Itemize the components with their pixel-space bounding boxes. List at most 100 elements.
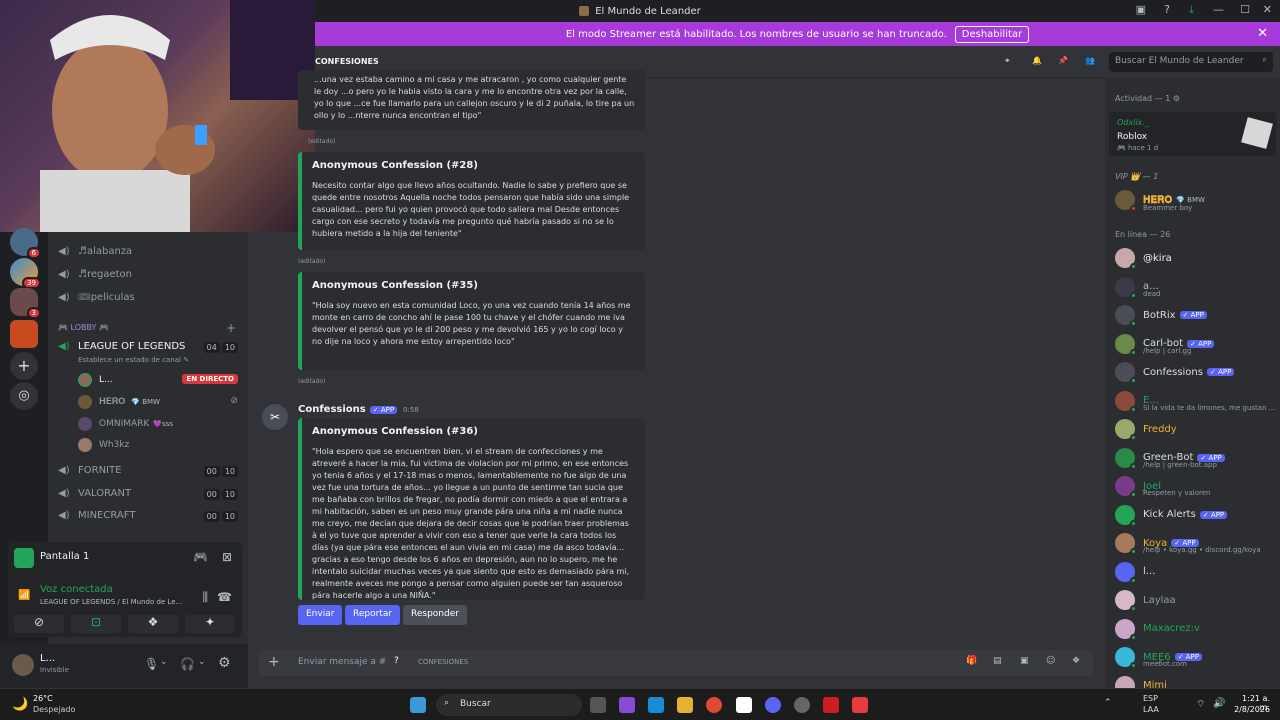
sticker-icon[interactable]: ▣ [1020, 656, 1029, 666]
voice-channel-lol[interactable]: ◀) LEAGUE OF LEGENDS [58, 341, 185, 352]
username[interactable]: L... [40, 653, 55, 664]
member-item[interactable]: @kira [1115, 248, 1172, 270]
copilot-icon[interactable] [619, 697, 635, 713]
weather-temp[interactable]: 26°C [33, 694, 53, 703]
emoji-icon[interactable]: ☺ [1046, 656, 1055, 666]
member-item[interactable]: BotRix ✓ APP [1115, 305, 1207, 327]
voice-user[interactable]: Wh3kz [78, 438, 129, 452]
screen-share-button[interactable]: ⊡ [71, 615, 121, 633]
obs-icon[interactable] [794, 697, 810, 713]
report-button[interactable]: Reportar [345, 605, 401, 625]
voice-user[interactable]: OMNIMARK 💜ꜱꜱꜱ [78, 417, 173, 431]
soundboard-button[interactable]: ✦ [185, 615, 235, 633]
gamepad-icon[interactable]: 🎮 [193, 550, 208, 564]
activity-card[interactable]: Odxlix._ Roblox 🎮 hace 1 d [1109, 112, 1276, 156]
lang-secondary[interactable]: LAA [1143, 705, 1159, 714]
disconnect-icon[interactable]: ☎ [217, 590, 232, 604]
category-lobby[interactable]: 🎮 LOBBY 🎮 [58, 323, 109, 332]
add-channel-icon[interactable]: + [226, 321, 236, 335]
close-banner-icon[interactable]: ✕ [1257, 26, 1268, 41]
minimize-icon[interactable]: — [1213, 3, 1224, 16]
close-window-icon[interactable]: ✕ [1263, 3, 1272, 16]
weather-icon[interactable]: 🌙 [12, 697, 28, 712]
threads-icon[interactable]: ⌖ [1005, 56, 1010, 66]
add-attachment-icon[interactable]: + [268, 654, 280, 670]
channel-status[interactable]: Establece un estado de canal ✎ [78, 356, 189, 364]
member-item[interactable]: Laylaa [1115, 590, 1176, 612]
server-icon[interactable]: 39 [10, 258, 41, 289]
settings-gear-icon[interactable]: ⚙ [218, 655, 231, 671]
message-header: Confessions ✓ APP 0:58 [298, 404, 419, 415]
chevron-down-icon[interactable]: ⌄ [160, 657, 168, 667]
volume-icon[interactable]: 🔊 [1213, 698, 1225, 709]
vip-header: VIP 👑 — 1 [1115, 172, 1159, 181]
download-icon[interactable]: ⤓ [1189, 3, 1194, 17]
voice-channel-regaeton[interactable]: ◀) ♬regaeton [58, 269, 132, 280]
author-name[interactable]: Confessions [298, 404, 366, 415]
voice-channel-valorant[interactable]: ◀) VALORANT [58, 488, 131, 499]
pin-icon[interactable]: 📌 [1058, 56, 1068, 65]
avatar[interactable] [12, 654, 34, 676]
discover-icon[interactable]: ◎ [10, 382, 38, 410]
search-input[interactable]: Buscar El Mundo de Leander ⌕ [1109, 52, 1273, 72]
member-item[interactable]: Kick Alerts ✓ APP [1115, 504, 1228, 527]
members-icon[interactable]: 👥 [1085, 56, 1095, 65]
clock-date[interactable]: 2/8/2026 [1232, 705, 1270, 714]
member-name: Kick Alerts [1143, 509, 1196, 520]
app-badge: ✓ APP [1199, 510, 1228, 519]
app-icon[interactable] [823, 697, 839, 713]
noise-icon[interactable]: ⫼ [202, 590, 208, 605]
gif-icon[interactable]: ▤ [993, 656, 1002, 666]
voice-status[interactable]: Voz conectada [40, 584, 113, 595]
voice-channel-minecraft[interactable]: ◀) MINECRAFT [58, 510, 135, 521]
server-icon[interactable]: 6 [10, 228, 41, 259]
explorer-icon[interactable] [677, 697, 693, 713]
disable-streamer-button[interactable]: Deshabilitar [954, 25, 1030, 43]
member-item[interactable]: Confessions ✓ APP [1115, 362, 1235, 384]
voice-user[interactable]: 𝐇𝐄𝐑𝐎 💎 BMW [78, 395, 160, 409]
message-composer[interactable]: + Enviar mensaje a # ? CONFESIONES 🎁 ▤ ▣… [258, 650, 1094, 676]
microphone-icon[interactable]: 🎙 [144, 657, 159, 671]
taskbar-search[interactable]: ⌕ Buscar [436, 694, 582, 716]
inbox-icon[interactable]: ▣ [1136, 3, 1146, 16]
discord-icon[interactable] [765, 697, 781, 713]
headphones-icon[interactable]: 🎧 [180, 657, 195, 671]
voice-user[interactable]: L... [78, 373, 113, 387]
bot-avatar[interactable]: ✂ [262, 404, 288, 430]
voice-location[interactable]: LEAGUE OF LEGENDS / El Mundo de Le... [40, 598, 186, 606]
voice-channel-alabanza[interactable]: ◀) ♬alabanza [58, 246, 132, 257]
member-item[interactable]: l... [1115, 561, 1155, 584]
task-view-icon[interactable] [590, 697, 606, 713]
voice-channel-peliculas[interactable]: ◀) 🎟peliculas [58, 292, 135, 303]
weather-desc[interactable]: Despejado [33, 705, 75, 714]
member-item[interactable]: Freddy [1115, 419, 1177, 441]
server-icon-active[interactable]: 3 [10, 288, 41, 319]
bell-icon[interactable]: 🔔 [1032, 56, 1042, 65]
gift-icon[interactable]: 🎁 [966, 656, 977, 666]
voice-channel-fornite[interactable]: ◀) FORNITE [58, 465, 121, 476]
window-title: El Mundo de Leander [595, 5, 701, 17]
activities-button[interactable]: ❖ [128, 615, 178, 633]
avatar [1115, 362, 1137, 384]
help-icon[interactable]: ? [1164, 3, 1170, 16]
chevron-up-icon[interactable]: ⌃ [1104, 698, 1112, 708]
server-icon[interactable] [10, 320, 38, 348]
camera-off-button[interactable]: ⊘ [14, 615, 64, 633]
start-icon[interactable] [410, 697, 426, 713]
apps-icon[interactable]: ❖ [1072, 656, 1080, 666]
edge-icon[interactable] [648, 697, 664, 713]
lang-primary[interactable]: ESP [1143, 694, 1158, 703]
reply-button[interactable]: Responder [403, 605, 467, 625]
stop-stream-icon[interactable]: ⊠ [222, 550, 232, 564]
add-server-icon[interactable]: + [10, 352, 38, 380]
maximize-icon[interactable]: ☐ [1240, 3, 1250, 16]
chevron-down-icon[interactable]: ⌄ [198, 657, 206, 667]
capcut-icon[interactable] [736, 697, 752, 713]
wifi-icon[interactable]: ⌔ [1196, 698, 1205, 711]
member-item[interactable]: Maxacrez:v [1115, 618, 1200, 641]
gamepad-icon: 🎮 [96, 323, 109, 332]
send-button[interactable]: Enviar [298, 605, 343, 625]
app-icon[interactable] [852, 697, 868, 713]
channel-name: CONFESIONES [315, 57, 379, 66]
chrome-icon[interactable] [706, 697, 722, 713]
